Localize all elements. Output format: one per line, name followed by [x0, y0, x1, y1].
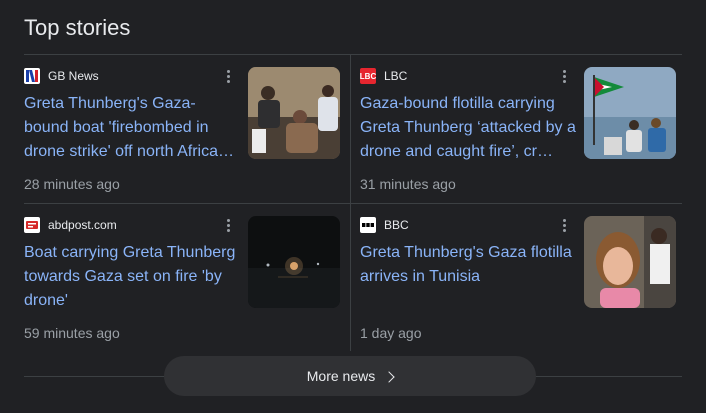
- abdpost-logo-icon: [24, 217, 40, 233]
- gb-news-logo-icon: [24, 68, 40, 84]
- story-time: 31 minutes ago: [360, 176, 456, 192]
- story-thumbnail[interactable]: [248, 67, 340, 159]
- source-name: GB News: [48, 69, 99, 83]
- source-name: abdpost.com: [48, 218, 117, 232]
- story-thumbnail[interactable]: [584, 67, 676, 159]
- bbc-logo-icon: [360, 217, 376, 233]
- story-time: 59 minutes ago: [24, 325, 120, 341]
- story-headline[interactable]: Greta Thunberg's Gaza-bound boat 'firebo…: [24, 92, 240, 164]
- story-headline[interactable]: Greta Thunberg's Gaza flotilla arrives i…: [360, 241, 576, 289]
- more-news-button[interactable]: More news: [164, 356, 536, 396]
- news-card[interactable]: GB News Greta Thunberg's Gaza-bound boat…: [24, 54, 340, 202]
- story-headline[interactable]: Gaza-bound flotilla carrying Greta Thunb…: [360, 92, 576, 164]
- source-row: BBC: [360, 217, 409, 233]
- source-name: LBC: [384, 69, 408, 83]
- source-row: LBC LBC: [360, 68, 407, 84]
- page-title: Top stories: [24, 15, 131, 40]
- more-options-icon[interactable]: [220, 217, 236, 233]
- news-card[interactable]: abdpost.com Boat carrying Greta Thunberg…: [24, 203, 340, 351]
- news-card[interactable]: BBC Greta Thunberg's Gaza flotilla arriv…: [360, 203, 676, 351]
- more-options-icon[interactable]: [220, 68, 236, 84]
- chevron-right-icon: [383, 370, 395, 383]
- more-news-label: More news: [306, 368, 376, 384]
- source-row: abdpost.com: [24, 217, 117, 233]
- lbc-logo-icon: LBC: [360, 68, 376, 84]
- news-card[interactable]: LBC LBC Gaza-bound flotilla carrying Gre…: [360, 54, 676, 202]
- story-headline[interactable]: Boat carrying Greta Thunberg towards Gaz…: [24, 241, 240, 313]
- story-time: 1 day ago: [360, 325, 422, 341]
- more-options-icon[interactable]: [556, 217, 572, 233]
- story-time: 28 minutes ago: [24, 176, 120, 192]
- source-name: BBC: [384, 218, 409, 232]
- source-row: GB News: [24, 68, 99, 84]
- more-options-icon[interactable]: [556, 68, 572, 84]
- story-thumbnail[interactable]: [584, 216, 676, 308]
- story-thumbnail[interactable]: [248, 216, 340, 308]
